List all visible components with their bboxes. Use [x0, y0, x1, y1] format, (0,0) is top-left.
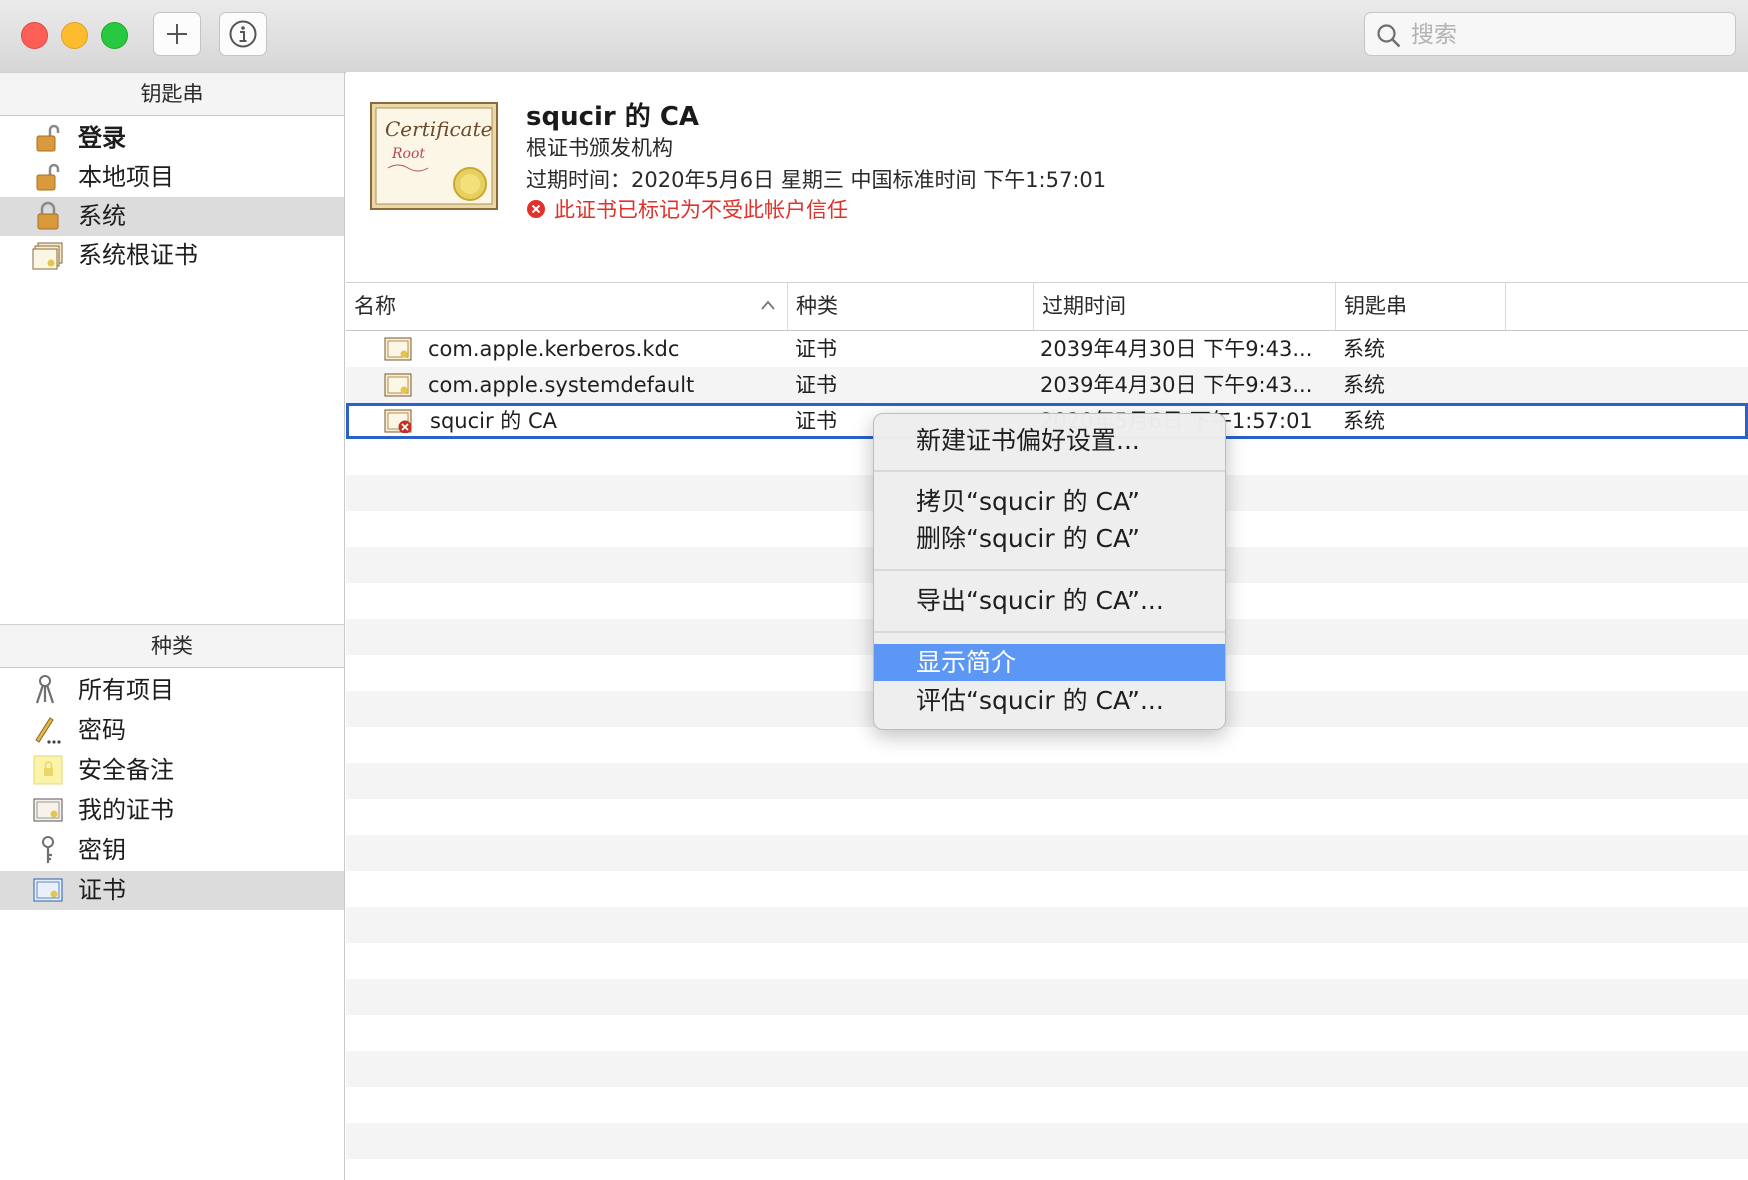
table-row[interactable]: com.apple.systemdefault 证书 2039年4月30日 下午… — [346, 367, 1748, 403]
empty-row — [346, 943, 1748, 979]
minimize-window-button[interactable] — [61, 22, 88, 49]
sidebar-item-login[interactable]: 登录 — [0, 119, 344, 158]
row-name: com.apple.kerberos.kdc — [428, 337, 680, 361]
untrusted-certificate-icon — [384, 409, 412, 433]
sidebar: 钥匙串 登录 本地项目 系统 系统根证书 种类 所有项目 密码 安全备注 我的证… — [0, 72, 345, 1180]
sidebar-item-keys[interactable]: 密钥 — [0, 831, 344, 870]
empty-row — [346, 835, 1748, 871]
keychains-header: 钥匙串 — [0, 72, 344, 116]
row-kind: 证书 — [795, 337, 837, 361]
menu-item-delete[interactable]: 删除“squcir 的 CA” — [874, 520, 1225, 557]
sidebar-item-label: 安全备注 — [78, 756, 174, 784]
certificate-icon — [33, 798, 63, 822]
column-header-kind[interactable]: 种类 — [788, 283, 1034, 330]
row-keychain: 系统 — [1343, 373, 1385, 397]
key-icon — [42, 836, 54, 863]
empty-row — [346, 763, 1748, 799]
menu-item-copy[interactable]: 拷贝“squcir 的 CA” — [874, 483, 1225, 520]
certificate-title: squcir 的 CA — [526, 102, 700, 132]
certificate-word: Certificate — [385, 117, 492, 141]
sidebar-item-label: 我的证书 — [78, 796, 174, 824]
search-input[interactable] — [1409, 19, 1723, 51]
add-item-button[interactable] — [153, 12, 201, 56]
empty-row — [346, 727, 1748, 763]
empty-row — [346, 799, 1748, 835]
row-keychain: 系统 — [1343, 337, 1385, 361]
sidebar-item-label: 系统根证书 — [78, 241, 198, 269]
categories-header: 种类 — [0, 624, 344, 668]
zoom-window-button[interactable] — [101, 22, 128, 49]
column-header-keychain[interactable]: 钥匙串 — [1336, 283, 1506, 330]
toolbar — [0, 0, 1748, 73]
untrusted-warning-text: 此证书已标记为不受此帐户信任 — [554, 198, 848, 222]
plus-icon — [167, 24, 187, 44]
sidebar-item-certificates[interactable]: 证书 — [0, 871, 344, 910]
menu-item-export[interactable]: 导出“squcir 的 CA”... — [874, 582, 1225, 619]
table-header: 名称 种类 过期时间 钥匙串 — [346, 283, 1748, 331]
column-header-expires[interactable]: 过期时间 — [1034, 283, 1336, 330]
empty-row — [346, 1087, 1748, 1123]
column-header-name[interactable]: 名称 — [346, 283, 788, 330]
menu-separator — [874, 631, 1225, 633]
empty-row — [346, 1051, 1748, 1087]
certificate-root-word: Root — [391, 146, 425, 162]
empty-row — [346, 1015, 1748, 1051]
note-icon — [33, 755, 63, 785]
sidebar-item-local-items[interactable]: 本地项目 — [0, 158, 344, 197]
locked-padlock-icon — [37, 201, 59, 230]
pencil-icon — [35, 717, 61, 744]
search-icon — [1377, 24, 1401, 48]
close-window-button[interactable] — [21, 22, 48, 49]
sidebar-item-system-roots[interactable]: 系统根证书 — [0, 236, 344, 275]
unlocked-padlock-icon — [36, 163, 60, 191]
sidebar-item-all-items[interactable]: 所有项目 — [0, 671, 344, 710]
sidebar-item-label: 密码 — [78, 716, 126, 744]
certificate-expiry: 过期时间：2020年5月6日 星期三 中国标准时间 下午1:57:01 — [526, 168, 1107, 192]
sidebar-item-label: 证书 — [78, 876, 126, 904]
empty-row — [346, 907, 1748, 943]
certificate-icon — [384, 337, 412, 361]
table-row[interactable]: com.apple.kerberos.kdc 证书 2039年4月30日 下午9… — [346, 331, 1748, 367]
row-expires: 2039年4月30日 下午9:43... — [1040, 373, 1313, 397]
empty-row — [346, 1123, 1748, 1159]
sidebar-item-system[interactable]: 系统 — [0, 197, 344, 236]
row-expires: 2039年4月30日 下午9:43... — [1040, 337, 1313, 361]
context-menu: 新建证书偏好设置... 拷贝“squcir 的 CA” 删除“squcir 的 … — [873, 413, 1226, 730]
sort-ascending-icon — [761, 300, 775, 310]
certificate-summary: Certificate Root squcir 的 CA 根证书颁发机构 过期时… — [346, 72, 1748, 283]
row-name: com.apple.systemdefault — [428, 373, 695, 397]
certificate-stack-icon — [32, 242, 63, 270]
sidebar-item-label: 本地项目 — [78, 163, 174, 191]
certificate-icon — [384, 373, 412, 397]
sidebar-item-label: 系统 — [78, 202, 126, 230]
sidebar-item-label: 密钥 — [78, 836, 126, 864]
menu-separator — [874, 569, 1225, 571]
get-info-button[interactable] — [219, 12, 267, 56]
keys-icon — [35, 675, 55, 704]
row-kind: 证书 — [795, 373, 837, 397]
unlocked-padlock-icon — [36, 124, 60, 152]
certificate-icon — [33, 878, 63, 902]
error-icon — [527, 200, 545, 218]
row-keychain: 系统 — [1343, 409, 1385, 433]
menu-item-evaluate[interactable]: 评估“squcir 的 CA”... — [874, 682, 1225, 719]
info-icon — [229, 20, 257, 48]
empty-row — [346, 979, 1748, 1015]
sidebar-item-label: 登录 — [78, 124, 126, 152]
menu-separator — [874, 470, 1225, 472]
untrusted-warning: 此证书已标记为不受此帐户信任 — [526, 194, 848, 224]
row-name: squcir 的 CA — [430, 409, 557, 433]
sidebar-item-secure-notes[interactable]: 安全备注 — [0, 751, 344, 790]
menu-item-new-certificate-preference[interactable]: 新建证书偏好设置... — [874, 422, 1225, 459]
root-certificate-icon: Certificate Root — [370, 102, 498, 210]
certificate-subtitle: 根证书颁发机构 — [526, 136, 673, 160]
sidebar-item-passwords[interactable]: 密码 — [0, 711, 344, 750]
menu-item-get-info[interactable]: 显示简介 — [874, 644, 1225, 681]
sidebar-item-label: 所有项目 — [78, 676, 174, 704]
sidebar-item-my-certificates[interactable]: 我的证书 — [0, 791, 344, 830]
empty-row — [346, 871, 1748, 907]
search-field[interactable] — [1364, 12, 1736, 56]
